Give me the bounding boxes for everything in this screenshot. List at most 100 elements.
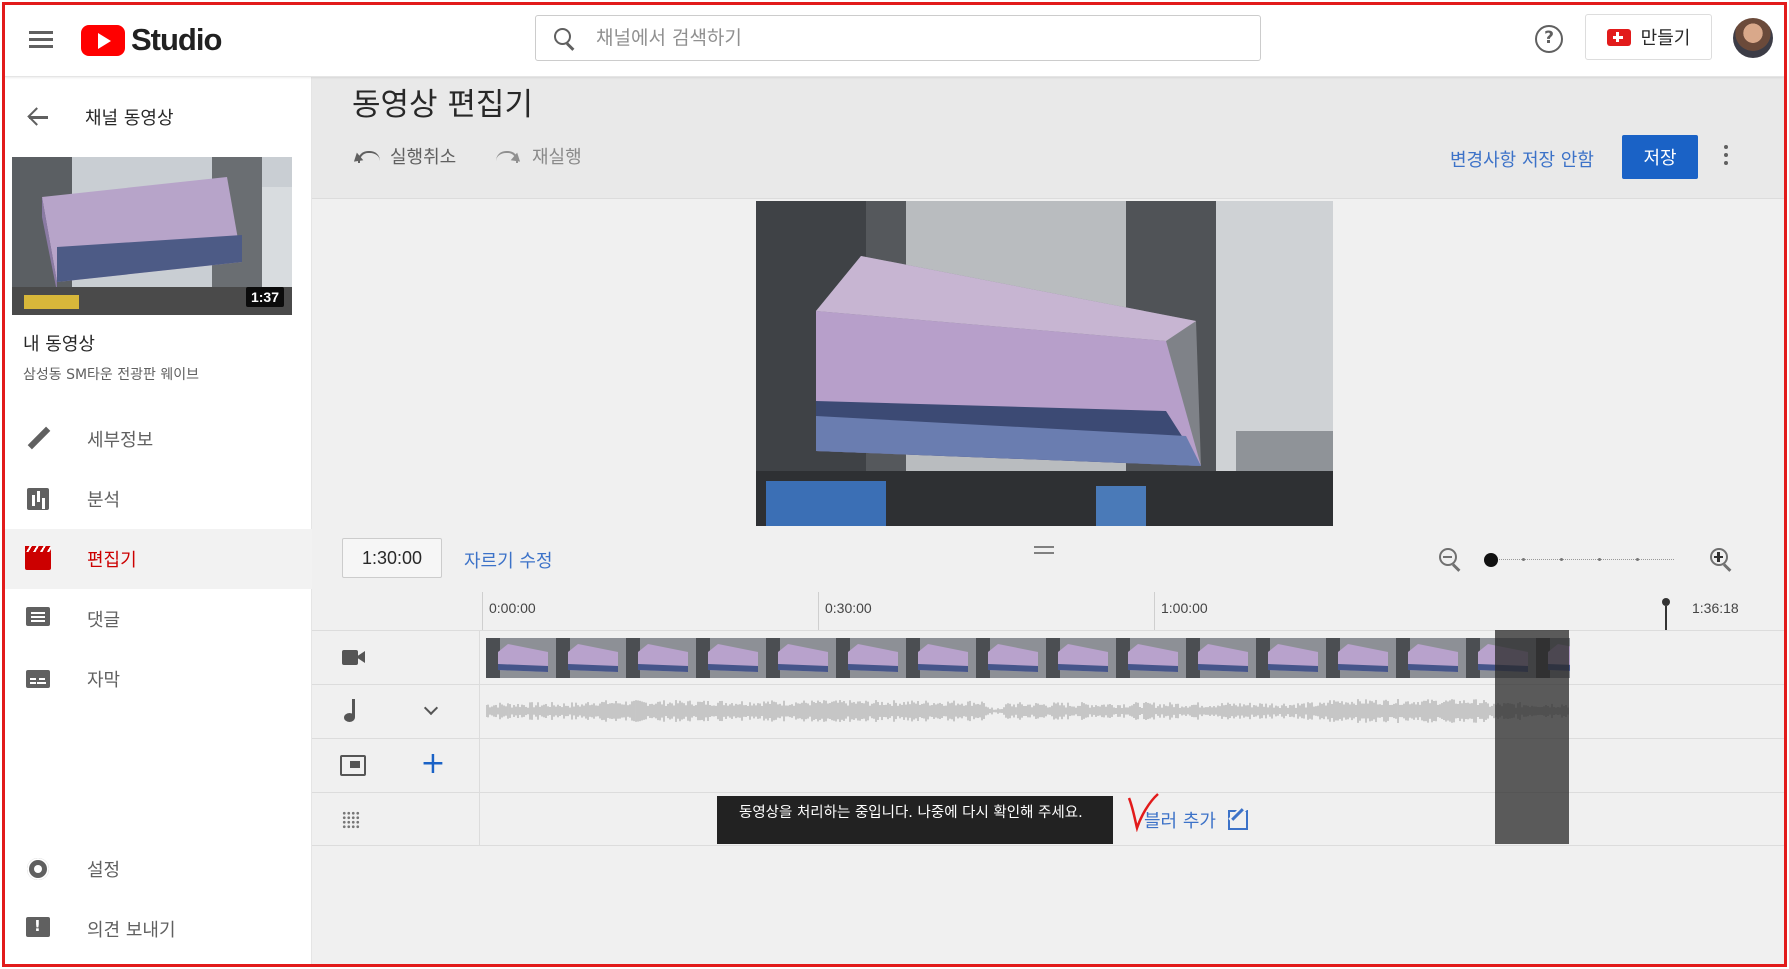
sidebar-item-label: 설정	[87, 860, 121, 881]
video-frames	[486, 638, 1570, 678]
video-frame-thumbnail	[1046, 638, 1116, 678]
zoom-track	[1484, 559, 1674, 560]
sidebar-item-subtitles[interactable]: 자막	[5, 649, 312, 709]
sidebar-item-analytics[interactable]: 분석	[5, 469, 312, 529]
undo-button[interactable]: 실행취소	[352, 141, 456, 171]
search-bar[interactable]	[535, 15, 1261, 61]
video-frame-thumbnail	[696, 638, 766, 678]
redo-button[interactable]: 재실행	[494, 141, 582, 171]
youtube-play-icon	[81, 24, 125, 56]
sidebar-item-settings[interactable]: 설정	[5, 839, 312, 899]
ruler-tick: 0:00:00	[482, 592, 536, 630]
music-note-icon	[344, 699, 362, 723]
video-track-header	[312, 631, 480, 684]
video-frame-thumbnail	[766, 638, 836, 678]
back-to-channel-videos[interactable]: 채널 동영상	[5, 97, 312, 137]
timeline-ruler: 0:00:00 0:30:00 1:00:00 1:36:18	[312, 592, 1784, 630]
sidebar-item-comments[interactable]: 댓글	[5, 589, 312, 649]
audio-track-body[interactable]	[480, 685, 1784, 738]
logo-text: Studio	[131, 22, 222, 57]
zoom-step	[1522, 558, 1525, 561]
sidebar-item-feedback[interactable]: 의견 보내기	[5, 899, 312, 959]
undo-icon	[352, 148, 380, 164]
sidebar-item-label: 댓글	[87, 610, 121, 631]
chevron-down-icon[interactable]	[423, 700, 439, 716]
sidebar-bottom-nav: 설정 의견 보내기	[5, 839, 312, 959]
save-button[interactable]: 저장	[1622, 135, 1698, 179]
search-input[interactable]	[596, 27, 1256, 49]
video-frame-thumbnail	[1256, 638, 1326, 678]
undo-label: 실행취소	[390, 147, 457, 168]
timeline-toolbar: 1:30:00 자르기 수정	[312, 526, 1784, 592]
video-duration-badge: 1:37	[245, 287, 284, 307]
pencil-icon	[25, 426, 51, 452]
zoom-step	[1598, 558, 1601, 561]
end-screen-track-body[interactable]	[480, 739, 1784, 792]
feedback-icon	[25, 916, 51, 942]
trimmed-region-overlay[interactable]	[1495, 630, 1569, 844]
zoom-in-icon[interactable]	[1709, 547, 1733, 571]
zoom-slider[interactable]	[1484, 552, 1674, 568]
search-icon[interactable]	[536, 15, 582, 61]
arrow-back-icon	[27, 106, 49, 128]
ruler-tick: 1:00:00	[1154, 592, 1208, 630]
video-frame-thumbnail	[626, 638, 696, 678]
create-video-icon	[1606, 28, 1631, 46]
redo-label: 재실행	[532, 147, 582, 168]
current-time-display[interactable]: 1:30:00	[342, 538, 442, 578]
blur-track-header	[312, 793, 480, 846]
audio-track-header	[312, 685, 480, 738]
discard-changes-button[interactable]: 변경사항 저장 안함	[1450, 146, 1594, 172]
video-frame-thumbnail	[1116, 638, 1186, 678]
avatar[interactable]	[1733, 18, 1773, 58]
video-track-body[interactable]	[480, 631, 1784, 684]
preview-image	[756, 201, 1333, 526]
audio-waveform	[486, 699, 1569, 723]
editor-header: 동영상 편집기 실행취소 재실행 변경사항 저장 안함 저장	[312, 77, 1784, 199]
sidebar-item-label: 의견 보내기	[87, 920, 176, 941]
video-preview[interactable]	[756, 201, 1333, 526]
playhead-handle[interactable]	[1662, 598, 1670, 606]
video-thumbnail[interactable]: 1:37	[12, 157, 292, 315]
gear-icon	[25, 856, 51, 882]
redo-icon	[494, 148, 522, 164]
video-frame-thumbnail	[1396, 638, 1466, 678]
help-icon[interactable]: ?	[1535, 25, 1563, 53]
back-label: 채널 동영상	[85, 108, 174, 129]
ruler-tick: 0:30:00	[818, 592, 872, 630]
video-frame-thumbnail	[556, 638, 626, 678]
add-end-screen-button[interactable]: +	[420, 749, 446, 781]
editor-icon	[25, 546, 51, 572]
video-title: 내 동영상	[23, 334, 95, 355]
top-bar: Studio ? 만들기	[5, 5, 1784, 77]
sidebar-item-editor[interactable]: 편집기	[5, 529, 312, 589]
hamburger-menu-icon[interactable]	[25, 27, 57, 55]
video-frame-thumbnail	[976, 638, 1046, 678]
video-frame-thumbnail	[836, 638, 906, 678]
analytics-icon	[25, 486, 51, 512]
studio-logo[interactable]: Studio	[81, 22, 222, 57]
sidebar: 채널 동영상 1:37 내 동영상 삼성동 SM타운 전광판 웨이브 세부정보 …	[5, 77, 312, 964]
playhead-time: 1:36:18	[1692, 600, 1739, 616]
create-button[interactable]: 만들기	[1585, 14, 1712, 60]
video-frame-thumbnail	[486, 638, 556, 678]
page-title: 동영상 편집기	[352, 87, 533, 123]
trim-edit-button[interactable]: 자르기 수정	[464, 547, 553, 573]
open-in-new-icon	[1227, 810, 1248, 830]
video-subtitle: 삼성동 SM타운 전광판 웨이브	[23, 367, 199, 383]
video-camera-icon	[342, 649, 366, 666]
processing-toast: 동영상을 처리하는 중입니다. 나중에 다시 확인해 주세요.	[717, 796, 1113, 844]
sidebar-item-label: 편집기	[87, 550, 137, 571]
zoom-slider-thumb[interactable]	[1484, 553, 1498, 567]
zoom-step	[1560, 558, 1563, 561]
subtitles-icon	[25, 666, 51, 692]
blur-icon	[342, 811, 360, 829]
end-screen-icon	[340, 755, 366, 776]
more-options-icon[interactable]	[1718, 141, 1734, 171]
resize-handle[interactable]	[1034, 546, 1054, 554]
sidebar-item-details[interactable]: 세부정보	[5, 409, 312, 469]
sidebar-item-label: 세부정보	[87, 430, 154, 451]
zoom-out-icon[interactable]	[1438, 547, 1462, 571]
comments-icon	[25, 606, 51, 632]
playhead-line	[1665, 606, 1667, 630]
